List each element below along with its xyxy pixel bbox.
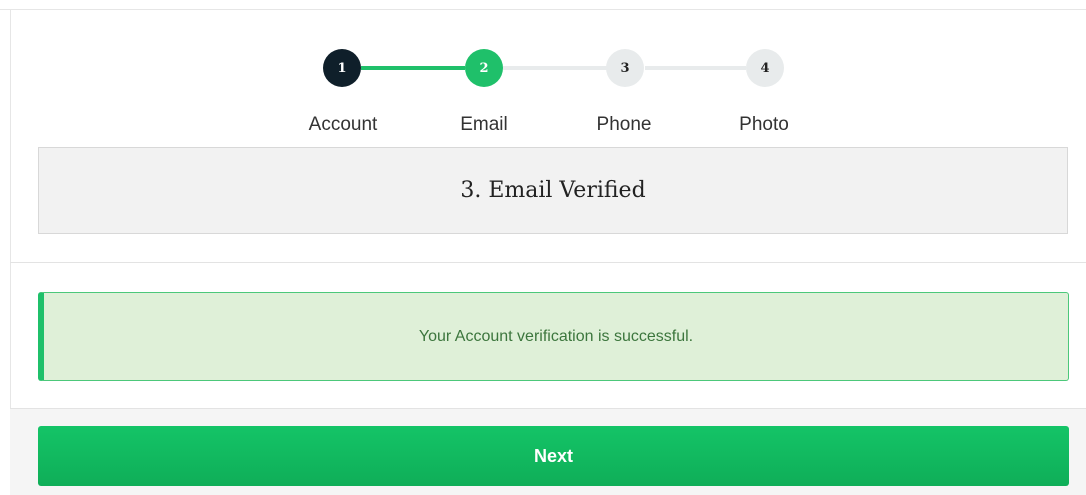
- step-number: 4: [760, 60, 770, 76]
- step-label-email: Email: [460, 114, 508, 135]
- step-label-phone: Phone: [596, 114, 652, 135]
- step-circle-photo[interactable]: 4: [746, 49, 784, 87]
- alert-message: Your Account verification is successful.: [418, 327, 694, 345]
- step-number: 2: [479, 60, 489, 76]
- step-circle-email[interactable]: 2: [465, 49, 503, 87]
- step-connector-3-4: [645, 66, 746, 70]
- step-number: 3: [620, 60, 630, 76]
- verification-page: 1 2 3 4 Account Email Phone Photo 3. Ema…: [0, 0, 1086, 495]
- section-title-box: 3. Email Verified: [38, 147, 1068, 234]
- step-label-photo: Photo: [739, 114, 789, 135]
- step-circle-account[interactable]: 1: [323, 49, 361, 87]
- progress-stepper: 1 2 3 4 Account Email Phone Photo: [0, 0, 1086, 145]
- section-divider: [10, 262, 1086, 263]
- success-alert: Your Account verification is successful.: [38, 292, 1069, 381]
- section-title: 3. Email Verified: [460, 178, 646, 203]
- next-button[interactable]: Next: [38, 426, 1069, 486]
- step-connector-2-3: [503, 66, 607, 70]
- step-number: 1: [337, 60, 347, 76]
- step-circle-phone[interactable]: 3: [606, 49, 644, 87]
- step-label-account: Account: [308, 114, 378, 135]
- step-connector-1-2: [361, 66, 465, 70]
